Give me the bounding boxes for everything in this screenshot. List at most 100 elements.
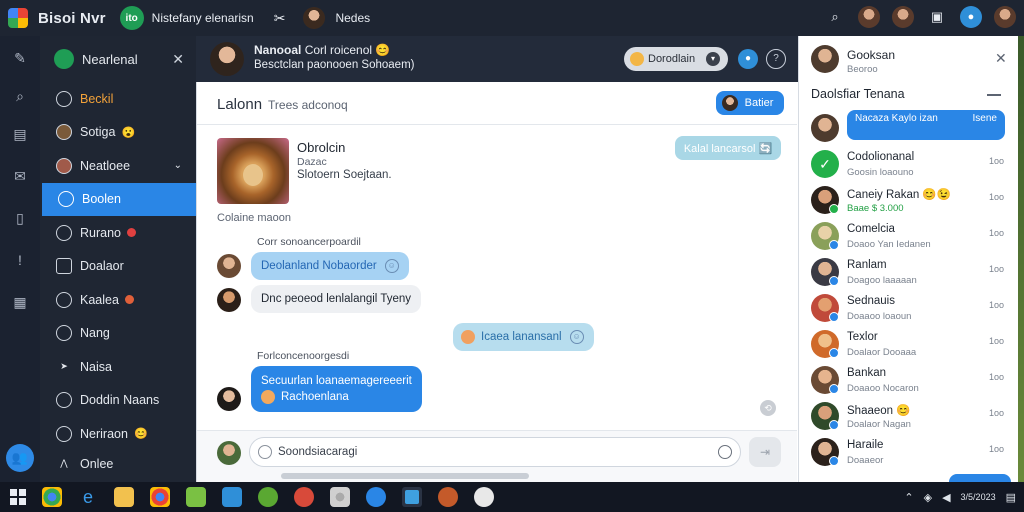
- unread-dot: [124, 295, 134, 305]
- taskbar: e ⌃ ◈ ◀ 3/5/2023 ▤: [0, 482, 1024, 512]
- sidebar-item-rurano[interactable]: Rurano: [40, 216, 196, 250]
- message-avatar[interactable]: [217, 288, 241, 312]
- reaction-icon[interactable]: ☺: [384, 259, 399, 273]
- help-icon[interactable]: ?: [766, 49, 786, 69]
- more-button[interactable]: [949, 474, 1011, 482]
- composer-avatar[interactable]: [217, 441, 241, 465]
- call-icon[interactable]: ●: [738, 49, 758, 69]
- list-item[interactable]: Caneiy Rakan 😊😉 Baae $ 3.000 1oo: [799, 182, 1019, 218]
- profile-avatar[interactable]: [994, 6, 1016, 28]
- store-icon[interactable]: [222, 487, 242, 507]
- document-icon[interactable]: ▯: [10, 208, 30, 228]
- contact-name: Gooksan: [847, 48, 896, 62]
- app-icon[interactable]: [438, 487, 458, 507]
- minimize-icon[interactable]: [987, 94, 1001, 96]
- list-item[interactable]: Sednauis Doaaoo loaoun 1oo: [799, 290, 1019, 326]
- scroll-down-icon[interactable]: ⟲: [760, 400, 776, 416]
- close-icon[interactable]: ✕: [172, 51, 184, 68]
- emoji-icon[interactable]: [718, 445, 732, 459]
- card-action-pill[interactable]: Kalal lancarsol 🔄: [675, 136, 781, 160]
- list-item[interactable]: Comelcia Doaoo Yan Iedanen 1oo: [799, 218, 1019, 254]
- lion-image[interactable]: [217, 138, 289, 204]
- sidebar-item-nang[interactable]: Nang: [40, 317, 196, 351]
- contact-avatar[interactable]: [811, 114, 839, 142]
- list-item[interactable]: Texlor Doalaor Dooaaa 1oo: [799, 326, 1019, 362]
- people-icon[interactable]: 👥: [6, 444, 34, 472]
- sidebar-item-label: Doddin Naans: [80, 393, 160, 408]
- avatar[interactable]: [858, 6, 880, 28]
- preview-bubble[interactable]: Nacaza Kaylo izan Isene: [847, 110, 1005, 140]
- message-bubble[interactable]: Deolanland Nobaorder ☺: [251, 252, 409, 280]
- message-line: Secuurlan loanaemagereeerit: [261, 374, 412, 387]
- message-avatar[interactable]: [217, 387, 241, 411]
- windows-start-icon[interactable]: [10, 489, 26, 505]
- sidebar-item-kaalea[interactable]: Kaalea: [40, 283, 196, 317]
- sidebar-item-neriraon[interactable]: Neriraon 😊: [40, 417, 196, 451]
- sidebar-item-onlee[interactable]: ⋀ Onlee: [40, 451, 196, 477]
- list-item[interactable]: Shaaeon 😊 Doalaor Nagan 1oo: [799, 398, 1019, 434]
- message-bubble[interactable]: Dnc peoeod lenlalangil Tyeny: [251, 285, 422, 313]
- image-icon[interactable]: ▦: [10, 292, 30, 312]
- title-button[interactable]: Batier: [716, 91, 784, 115]
- circle-icon: [56, 425, 72, 442]
- chevron-down-icon[interactable]: ⌄: [174, 160, 182, 171]
- status-pill[interactable]: Dorodlain ▾: [624, 47, 728, 71]
- notifications-icon[interactable]: ▤: [1006, 491, 1016, 504]
- volume-icon[interactable]: ◀: [942, 491, 950, 504]
- list-item[interactable]: Bankan Doaaoo Nocaron 1oo: [799, 362, 1019, 398]
- app-icon[interactable]: [258, 487, 278, 507]
- top-badge-icon[interactable]: ito: [119, 6, 144, 30]
- message-avatar[interactable]: [217, 254, 241, 278]
- message-bubble[interactable]: Icaea lanansanl ☺: [453, 323, 594, 351]
- active-app-icon[interactable]: [402, 487, 422, 507]
- circle-icon: [56, 291, 72, 308]
- status-badge: [829, 240, 839, 250]
- horizontal-scrollbar[interactable]: [281, 473, 529, 479]
- network-icon[interactable]: ◈: [924, 491, 932, 504]
- list-item[interactable]: Haraile Doaaeor 1oo: [799, 434, 1019, 470]
- message-bubble[interactable]: Secuurlan loanaemagereeerit Rachoenlana: [251, 366, 422, 412]
- list-item[interactable]: Ranlam Doagoo laaaaan 1oo: [799, 254, 1019, 290]
- send-button[interactable]: ⇥: [749, 437, 781, 467]
- search-icon[interactable]: ⌕: [824, 6, 846, 28]
- pen-icon[interactable]: ✎: [10, 48, 30, 68]
- clock[interactable]: 3/5/2023: [961, 492, 996, 503]
- chrome-icon[interactable]: [42, 487, 62, 507]
- contact-avatar[interactable]: [811, 45, 839, 73]
- attach-icon[interactable]: [258, 445, 272, 459]
- sidebar-item-label: Sotiga: [80, 125, 116, 140]
- reaction-icon[interactable]: ☺: [569, 330, 584, 344]
- status-badge: [829, 456, 839, 466]
- message-input[interactable]: Soondsiacaragi: [249, 437, 741, 467]
- search-icon[interactable]: ⌕: [10, 86, 30, 106]
- inbox-icon[interactable]: ▤: [10, 124, 30, 144]
- files-icon[interactable]: [186, 487, 206, 507]
- folder-icon[interactable]: [114, 487, 134, 507]
- sidebar-item-doddin[interactable]: Doddin Naans: [40, 384, 196, 418]
- workspace-icon: [54, 49, 74, 69]
- alert-icon[interactable]: !: [10, 250, 30, 270]
- edge-icon[interactable]: e: [78, 487, 98, 507]
- chat-avatar[interactable]: [210, 42, 244, 76]
- list-item[interactable]: ✓ Codolionanal Goosin loaouno 1oo: [799, 146, 1019, 182]
- window-icon[interactable]: ▣: [926, 6, 948, 28]
- emoji-icon: [461, 330, 475, 344]
- avatar[interactable]: [892, 6, 914, 28]
- chevron-up-icon[interactable]: ⌃: [904, 491, 913, 504]
- notification-icon[interactable]: ●: [960, 6, 982, 28]
- app-icon[interactable]: [366, 487, 386, 507]
- sidebar-item-naisa[interactable]: ➤ Naisa: [40, 350, 196, 384]
- tools-icon[interactable]: ✂: [274, 10, 286, 27]
- chrome-icon[interactable]: [330, 487, 350, 507]
- top-user-avatar[interactable]: [303, 7, 326, 29]
- chrome-icon[interactable]: [150, 487, 170, 507]
- sidebar-item-beckil[interactable]: Beckil: [40, 82, 196, 116]
- close-icon[interactable]: ✕: [995, 50, 1007, 67]
- sidebar-item-doalaor[interactable]: Doalaor: [40, 250, 196, 284]
- sidebar-item-sotiga[interactable]: Sotiga 😮: [40, 116, 196, 150]
- sidebar-item-neatloee[interactable]: Neatloee ⌄: [40, 149, 196, 183]
- app-icon[interactable]: [474, 487, 494, 507]
- app-icon[interactable]: [294, 487, 314, 507]
- chat-icon[interactable]: ✉: [10, 166, 30, 186]
- sidebar-item-boolen[interactable]: Boolen: [42, 182, 196, 216]
